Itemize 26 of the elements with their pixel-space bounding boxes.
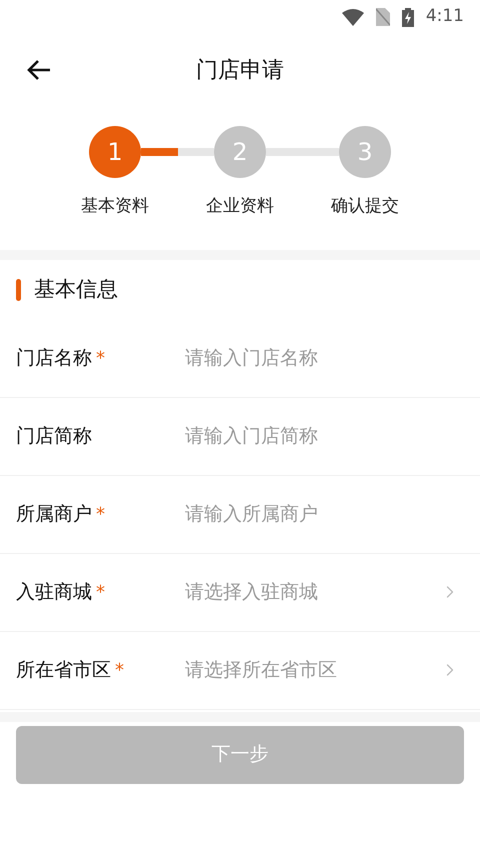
text-field[interactable]: 请输入门店简称 bbox=[185, 422, 460, 450]
field-label: 门店简称 bbox=[16, 424, 92, 449]
field-label: 所属商户 bbox=[16, 502, 92, 527]
required-mark: * bbox=[115, 658, 124, 682]
back-arrow-icon bbox=[26, 59, 52, 81]
section-title: 基本信息 bbox=[34, 276, 118, 303]
select-field[interactable]: 请选择所在省市区 bbox=[185, 656, 460, 684]
required-mark: * bbox=[96, 502, 105, 526]
wifi-icon bbox=[342, 8, 364, 26]
required-mark: * bbox=[96, 346, 105, 370]
progress-fill bbox=[141, 148, 178, 156]
select-field[interactable]: 请选择入驻商城 bbox=[185, 578, 460, 606]
step-label: 基本资料 bbox=[81, 195, 149, 218]
battery-charging-icon bbox=[402, 8, 414, 26]
text-field[interactable]: 请输入所属商户 bbox=[185, 500, 460, 528]
step-label: 确认提交 bbox=[331, 195, 399, 218]
field-label: 门店名称 bbox=[16, 346, 92, 371]
text-field[interactable]: 请输入门店名称 bbox=[185, 344, 460, 372]
status-time: 4:11 bbox=[426, 5, 464, 28]
no-sim-icon bbox=[376, 8, 390, 26]
field-label: 入驻商城 bbox=[16, 580, 92, 605]
step-label: 企业资料 bbox=[206, 195, 274, 218]
field-label: 所在省市区 bbox=[16, 658, 111, 683]
page-title: 门店申请 bbox=[196, 56, 284, 84]
section-marker bbox=[16, 278, 21, 300]
required-mark: * bbox=[96, 580, 105, 604]
